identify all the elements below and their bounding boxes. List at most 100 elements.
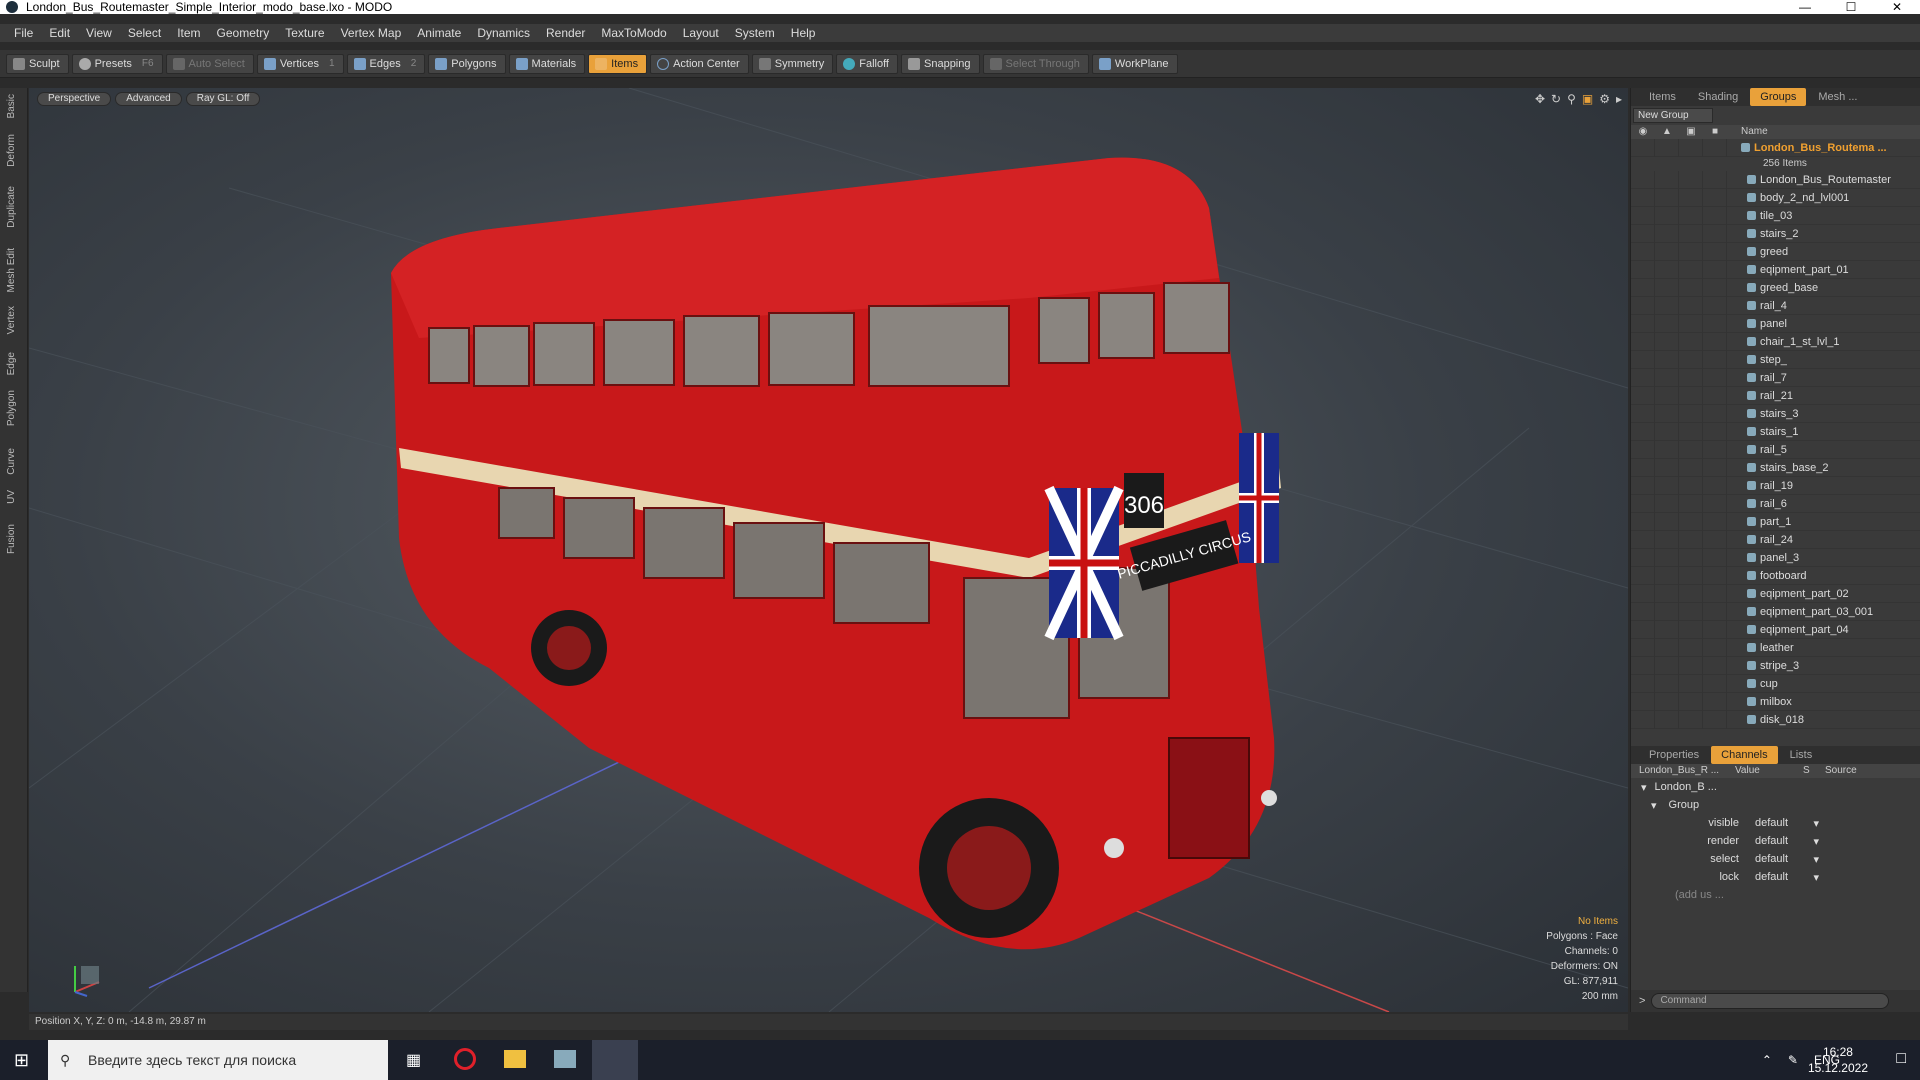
tree-item[interactable]: rail_4 [1631,296,1920,315]
tree-item[interactable]: rail_21 [1631,386,1920,405]
tab-deform[interactable]: Deform [6,134,17,167]
menu-system[interactable]: System [727,24,783,42]
tab-polygon[interactable]: Polygon [6,390,17,426]
menu-render[interactable]: Render [538,24,593,42]
tree-item[interactable]: footboard [1631,566,1920,585]
channel-row[interactable]: lock default ▾ [1631,868,1920,886]
task-view-icon[interactable]: ▦ [406,1050,421,1070]
menu-layout[interactable]: Layout [675,24,727,42]
menu-dynamics[interactable]: Dynamics [469,24,538,42]
pan-icon[interactable]: ✥ [1535,92,1545,106]
channel-value-dropdown[interactable]: default ▾ [1751,871,1823,884]
tree-item[interactable]: disk_018 [1631,710,1920,729]
tree-item[interactable]: part_1 [1631,512,1920,531]
tree-item[interactable]: panel_3 [1631,548,1920,567]
tree-item[interactable]: rail_7 [1631,368,1920,387]
tree-item[interactable]: greed [1631,242,1920,261]
workplane-button[interactable]: WorkPlane [1091,53,1178,74]
tree-item[interactable]: stairs_base_2 [1631,458,1920,477]
command-input[interactable]: Command [1651,993,1890,1009]
channel-value-dropdown[interactable]: default ▾ [1751,817,1823,830]
menu-view[interactable]: View [78,24,120,42]
tab-duplicate[interactable]: Duplicate [6,186,17,228]
menu-file[interactable]: File [6,24,41,42]
maximize-button[interactable]: ☐ [1828,0,1874,14]
perspective-dropdown[interactable]: Perspective [37,92,112,106]
tray-chevron-icon[interactable]: ⌃ [1762,1053,1772,1067]
channels-group-row[interactable]: ▾ Group [1631,796,1920,814]
lock-icon[interactable]: ■ [1703,125,1727,139]
new-group-button[interactable]: New Group [1633,108,1713,123]
tab-curve[interactable]: Curve [6,448,17,475]
settings-gear-icon[interactable]: ⚙ [1599,92,1610,106]
tree-item[interactable]: cup [1631,674,1920,693]
materials-button[interactable]: Materials [508,53,586,74]
symmetry-button[interactable]: Symmetry [751,53,834,74]
tab-mesh[interactable]: Mesh ... [1808,88,1867,106]
opera-icon[interactable] [454,1048,476,1070]
tree-item[interactable]: rail_19 [1631,476,1920,495]
tab-vertex[interactable]: Vertex [6,306,17,334]
items-button[interactable]: Items [588,53,648,74]
auto-select-button[interactable]: Auto Select [165,53,254,74]
tab-groups[interactable]: Groups [1750,88,1807,106]
notifications-icon[interactable]: □ [1896,1050,1906,1068]
tree-item[interactable]: rail_5 [1631,440,1920,459]
tree-item[interactable]: stairs_3 [1631,404,1920,423]
vertices-button[interactable]: Vertices 1 [256,53,344,74]
select-through-button[interactable]: Select Through [982,53,1089,74]
tree-item[interactable]: body_2_nd_lvl001 [1631,188,1920,207]
channel-value-dropdown[interactable]: default ▾ [1751,853,1823,866]
modo-taskbar-icon[interactable] [592,1040,638,1080]
tab-channels[interactable]: Channels [1711,746,1778,764]
tab-properties[interactable]: Properties [1639,746,1709,764]
falloff-button[interactable]: Falloff [836,53,898,74]
tree-item[interactable]: eqipment_part_03_001 [1631,602,1920,621]
menu-vertex-map[interactable]: Vertex Map [333,24,410,42]
bus-model[interactable]: 306 PICCADILLY CIRCUS [391,157,1281,950]
polygons-button[interactable]: Polygons [428,53,506,74]
tree-item[interactable]: rail_6 [1631,494,1920,513]
channels-root-row[interactable]: ▾ London_B ... [1631,778,1920,796]
menu-item[interactable]: Item [169,24,208,42]
expand-arrow-icon[interactable]: ▾ [1631,799,1657,812]
tab-uv[interactable]: UV [6,490,17,504]
3d-viewport[interactable]: 306 PICCADILLY CIRCUS Perspective Advanc… [29,88,1628,1012]
presets-button[interactable]: Presets F6 [71,53,163,74]
taskbar-clock[interactable]: 16:28 15.12.2022 [1808,1044,1868,1076]
rotate-icon[interactable]: ↻ [1551,92,1561,106]
minimize-button[interactable]: — [1782,0,1828,14]
channel-row[interactable]: render default ▾ [1631,832,1920,850]
menu-maxtomodo[interactable]: MaxToModo [593,24,674,42]
app-icon[interactable] [554,1050,576,1068]
pen-icon[interactable]: ✎ [1788,1053,1798,1067]
eye-icon[interactable]: ◉ [1631,125,1655,139]
tab-items[interactable]: Items [1639,88,1686,106]
tree-item[interactable]: milbox [1631,692,1920,711]
tab-lists[interactable]: Lists [1780,746,1823,764]
tree-item[interactable]: London_Bus_Routemaster [1631,170,1920,189]
tree-item[interactable]: eqipment_part_04 [1631,620,1920,639]
tab-fusion[interactable]: Fusion [6,524,17,554]
menu-geometry[interactable]: Geometry [209,24,278,42]
render-icon[interactable]: ▲ [1655,125,1679,139]
menu-help[interactable]: Help [783,24,824,42]
channel-row[interactable]: select default ▾ [1631,850,1920,868]
tab-shading[interactable]: Shading [1688,88,1748,106]
menu-edit[interactable]: Edit [41,24,78,42]
tree-item[interactable]: greed_base [1631,278,1920,297]
tree-item[interactable]: stripe_3 [1631,656,1920,675]
tab-mesh-edit[interactable]: Mesh Edit [6,248,17,292]
group-row[interactable]: London_Bus_Routema ... [1631,139,1920,157]
tab-edge[interactable]: Edge [6,352,17,375]
expand-arrow-icon[interactable]: ▾ [1631,781,1647,794]
channel-row[interactable]: visible default ▾ [1631,814,1920,832]
tree-item[interactable]: stairs_1 [1631,422,1920,441]
menu-animate[interactable]: Animate [409,24,469,42]
raygl-toggle[interactable]: Ray GL: Off [185,92,261,106]
close-button[interactable]: ✕ [1874,0,1920,14]
tree-item[interactable]: eqipment_part_01 [1631,260,1920,279]
tree-item[interactable]: leather [1631,638,1920,657]
select-lock-icon[interactable]: ▣ [1679,125,1703,139]
snapping-button[interactable]: Snapping [901,53,980,74]
